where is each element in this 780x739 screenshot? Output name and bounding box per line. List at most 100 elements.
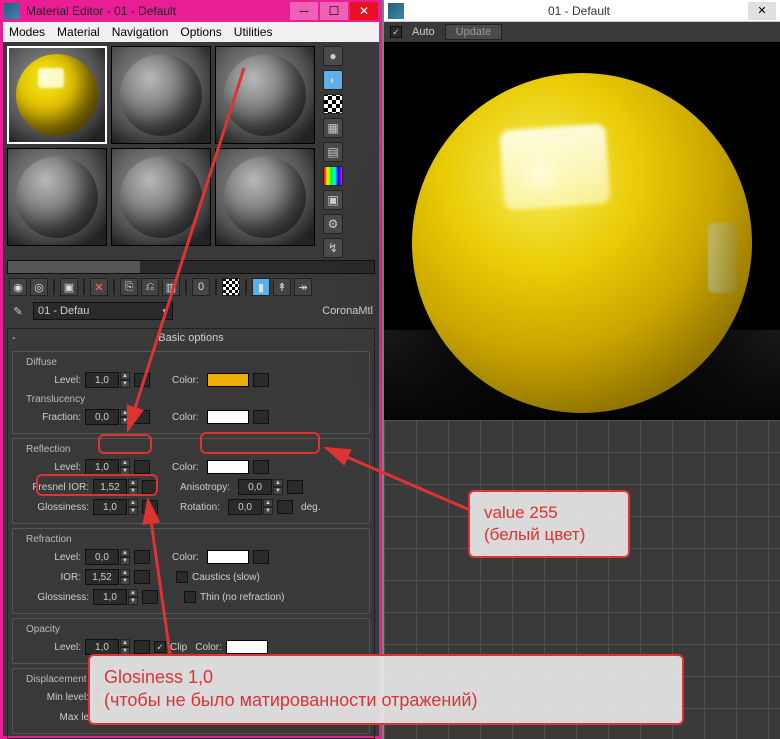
gloss-spinner[interactable]: ▲▼ — [93, 499, 138, 515]
fresnel-map[interactable] — [142, 480, 158, 494]
editor-titlebar[interactable]: Material Editor - 01 - Default ─ ☐ ✕ — [0, 0, 382, 22]
maximize-button[interactable]: ☐ — [320, 2, 348, 20]
gloss-map[interactable] — [142, 500, 158, 514]
show-map-icon[interactable] — [222, 278, 240, 296]
material-type-label[interactable]: CoronaMtl — [322, 305, 373, 317]
trans-color-map[interactable] — [253, 410, 269, 424]
make-preview-icon[interactable]: ▣ — [323, 190, 343, 210]
menu-material[interactable]: Material — [57, 25, 100, 39]
menu-utilities[interactable]: Utilities — [234, 25, 273, 39]
sample-slot-4[interactable] — [7, 148, 107, 246]
preview-window: 01 - Default ✕ ✓ Auto Update — [384, 0, 780, 420]
refr-color-swatch[interactable] — [207, 550, 249, 564]
refr-level-spinner[interactable]: ▲▼ — [85, 549, 130, 565]
diffuse-level-input[interactable] — [85, 372, 119, 388]
refl-level-map[interactable] — [134, 460, 150, 474]
rot-spinner[interactable]: ▲▼ — [228, 499, 273, 515]
rollup-header[interactable]: -Basic options — [8, 329, 374, 347]
put-to-library-icon[interactable]: ▥ — [162, 278, 180, 296]
diffuse-group: Diffuse Level: ▲▼ Color: Translucency Fr… — [12, 351, 370, 434]
refraction-group: Refraction Level: ▲▼ Color: IOR: ▲▼ Caus… — [12, 528, 370, 614]
preview-viewport — [384, 42, 780, 420]
caustics-checkbox[interactable] — [176, 571, 188, 583]
sphere-icon — [120, 54, 202, 136]
material-id-icon[interactable]: 0 — [192, 278, 210, 296]
sphere-icon — [120, 156, 202, 238]
trans-fraction-spinner[interactable]: ▲▼ — [85, 409, 130, 425]
assign-selection-icon[interactable]: ▣ — [60, 278, 78, 296]
refl-color-swatch[interactable] — [207, 460, 249, 474]
aniso-map[interactable] — [287, 480, 303, 494]
diffuse-level-map[interactable] — [134, 373, 150, 387]
app-icon — [4, 3, 20, 19]
background-icon[interactable] — [323, 94, 343, 114]
sphere-icon — [224, 156, 306, 238]
trans-fraction-map[interactable] — [134, 410, 150, 424]
thin-checkbox[interactable] — [184, 591, 196, 603]
auto-checkbox[interactable]: ✓ — [390, 26, 402, 38]
fresnel-ior-spinner[interactable]: ▲▼ — [93, 479, 138, 495]
close-button[interactable]: ✕ — [350, 2, 378, 20]
annotation-glossiness: Glosiness 1,0 (чтобы не было матированно… — [88, 654, 684, 725]
sample-type-icon[interactable]: ● — [323, 46, 343, 66]
app-icon — [388, 3, 404, 19]
refr-ior-spinner[interactable]: ▲▼ — [85, 569, 130, 585]
slots-hscroll[interactable] — [7, 260, 375, 274]
refl-level-spinner[interactable]: ▲▼ — [85, 459, 130, 475]
menu-options[interactable]: Options — [180, 25, 221, 39]
menu-modes[interactable]: Modes — [9, 25, 45, 39]
minimize-button[interactable]: ─ — [290, 2, 318, 20]
refl-color-map[interactable] — [253, 460, 269, 474]
diffuse-level-spinner[interactable]: ▲▼ — [85, 372, 130, 388]
editor-body: Modes Material Navigation Options Utilit… — [3, 22, 379, 736]
material-editor-window: Material Editor - 01 - Default ─ ☐ ✕ Mod… — [0, 0, 382, 739]
sample-slot-5[interactable] — [111, 148, 211, 246]
go-to-parent-icon[interactable]: ↟ — [273, 278, 291, 296]
opac-level-spinner[interactable]: ▲▼ — [85, 639, 130, 655]
go-forward-icon[interactable]: ↠ — [294, 278, 312, 296]
sample-side-toolbar: ● ◐ ▦ ▤ ▣ ⚙ ↯ — [323, 46, 345, 258]
diffuse-color-swatch[interactable] — [207, 373, 249, 387]
sample-slot-2[interactable] — [111, 46, 211, 144]
clip-checkbox[interactable]: ✓ — [154, 641, 166, 653]
make-copy-icon[interactable]: ⎘ — [120, 278, 138, 296]
sample-uv-icon[interactable]: ▦ — [323, 118, 343, 138]
auto-label: Auto — [412, 26, 435, 38]
opac-color-swatch[interactable] — [226, 640, 268, 654]
sphere-icon — [16, 54, 98, 136]
aniso-spinner[interactable]: ▲▼ — [238, 479, 283, 495]
video-color-icon[interactable]: ▤ — [323, 142, 343, 162]
options-icon[interactable]: ⚙ — [323, 214, 343, 234]
material-name-select[interactable]: 01 - Defau — [33, 302, 173, 320]
sample-slot-1[interactable] — [7, 46, 107, 144]
refr-gloss-spinner[interactable]: ▲▼ — [93, 589, 138, 605]
preview-close-button[interactable]: ✕ — [748, 2, 776, 20]
update-button[interactable]: Update — [445, 24, 502, 40]
material-name-row: ✎ 01 - Defau CoronaMtl — [3, 300, 379, 326]
sample-slot-6[interactable] — [215, 148, 315, 246]
preview-toolbar: ✓ Auto Update — [384, 22, 780, 42]
rot-map[interactable] — [277, 500, 293, 514]
color-check-icon[interactable] — [323, 166, 343, 186]
sphere-icon — [224, 54, 306, 136]
get-material-icon[interactable]: ◉ — [9, 278, 27, 296]
reset-map-icon[interactable]: ✕ — [90, 278, 108, 296]
trans-color-swatch[interactable] — [207, 410, 249, 424]
menubar: Modes Material Navigation Options Utilit… — [3, 22, 379, 42]
diffuse-color-map[interactable] — [253, 373, 269, 387]
annotation-value255: value 255 (белый цвет) — [468, 490, 630, 558]
show-end-result-icon[interactable]: ▮ — [252, 278, 270, 296]
menu-navigation[interactable]: Navigation — [112, 25, 169, 39]
eyedropper-icon[interactable]: ✎ — [9, 302, 27, 320]
preview-title: 01 - Default — [410, 4, 748, 18]
select-by-mat-icon[interactable]: ↯ — [323, 238, 343, 258]
backlight-icon[interactable]: ◐ — [323, 70, 343, 90]
editor-title: Material Editor - 01 - Default — [26, 4, 288, 18]
preview-titlebar[interactable]: 01 - Default ✕ — [384, 0, 780, 22]
make-unique-icon[interactable]: ⎌ — [141, 278, 159, 296]
sphere-icon — [16, 156, 98, 238]
reflection-group: Reflection Level: ▲▼ Color: Fresnel IOR:… — [12, 438, 370, 524]
sample-slot-3[interactable] — [215, 46, 315, 144]
put-to-scene-icon[interactable]: ◎ — [30, 278, 48, 296]
label-fraction: Fraction: — [19, 412, 81, 423]
